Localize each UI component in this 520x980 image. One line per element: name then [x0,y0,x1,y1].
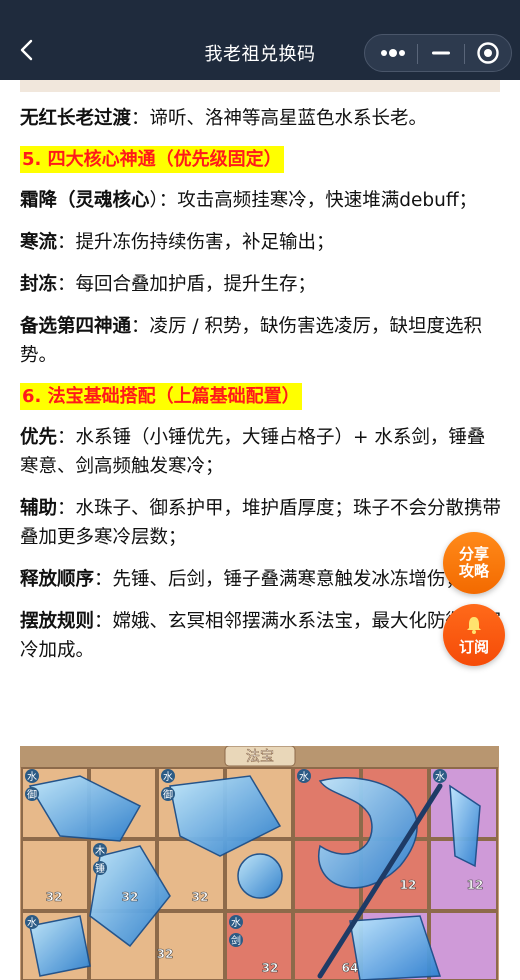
section-heading-6: 6. 法宝基础搭配（上篇基础配置） [20,383,302,410]
game-screenshot-image: 法宝 水 御 水 御 水 水 木 锤 水 水 剑 32 32 12 32 12 … [20,746,499,980]
level-number: 32 [192,890,209,904]
tag-water: 水 [435,771,445,783]
share-label-line1: 分享 [458,545,489,563]
share-label-line2: 攻略 [458,562,489,580]
level-number: 32 [122,890,139,904]
tag-water: 水 [27,917,37,929]
paragraph: 优先：水系锤（小锤优先，大锤占格子）+ 水系剑，锤叠寒意、剑高频触发寒冷； [20,423,502,481]
paragraph-text: ：谛听、洛神等高星蓝色水系长老。 [131,108,428,129]
section-heading-5: 5. 四大核心神通（优先级固定） [20,146,284,173]
tag-water: 水 [299,771,309,783]
paragraph: 霜降（灵魂核心）：攻击高频挂寒冷，快速堆满debuff； [20,186,502,215]
level-number: 64 [342,961,359,975]
level-number: 32 [46,890,63,904]
tag-water: 水 [27,771,37,783]
paragraph: 封冻：每回合叠加护盾，提升生存； [20,270,502,299]
level-number: 12 [467,878,484,892]
tag-defense: 御 [163,788,173,801]
paragraph-text: ：提升冻伤持续伤害，补足输出； [57,232,335,253]
paragraph: 寒流：提升冻伤持续伤害，补足输出； [20,228,502,257]
level-number: 12 [400,878,417,892]
capsule-divider [464,44,465,64]
subscribe-label: 订阅 [458,637,489,656]
tag-water: 水 [163,771,173,783]
paragraph-bold: 辅助 [20,498,58,519]
article-body: 无红长老过渡：谛听、洛神等高星蓝色水系长老。 5. 四大核心神通（优先级固定） … [20,104,502,678]
more-icon[interactable] [369,35,417,71]
bell-icon [464,615,484,639]
tag-wood: 木 [95,845,105,857]
paragraph: 辅助：水珠子、御系护甲，堆护盾厚度；珠子不会分散携带叠加更多寒冷层数； [20,494,502,552]
close-target-icon[interactable] [466,35,510,71]
previous-image-edge [20,80,500,92]
tag-sword: 剑 [231,934,241,947]
capsule-divider [417,44,418,64]
paragraph-bold: 释放顺序 [20,569,95,590]
paragraph-bold: 无红长老过渡 [20,108,132,129]
paragraph-bold: 优先 [20,427,58,448]
paragraph-text: ：每回合叠加护盾，提升生存； [57,274,317,295]
paragraph-text: ：水珠子、御系护甲，堆护盾厚度；珠子不会分散携带叠加更多寒冷层数； [20,498,502,548]
minimize-icon[interactable] [419,35,463,71]
paragraph: 释放顺序：先锤、后剑，锤子叠满寒意触发冰冻增伤； [20,565,502,594]
paragraph-text: ：先锤、后剑，锤子叠满寒意触发冰冻增伤； [94,569,465,590]
paragraph-text: ）：攻击高频挂寒冷，快速堆满debuff； [149,190,478,211]
paragraph: 摆放规则：嫦娥、玄冥相邻摆满水系法宝，最大化防御与寒冷加成。 [20,607,502,665]
tag-defense: 御 [27,788,37,801]
level-number: 32 [157,947,174,961]
paragraph-bold: 霜降（灵魂核心 [20,190,150,211]
tag-water: 水 [231,917,241,929]
paragraph-bold: 寒流 [20,232,58,253]
paragraph-text: ：水系锤（小锤优先，大锤占格子）+ 水系剑，锤叠寒意、剑高频触发寒冷； [20,427,486,477]
top-bar: 我老祖兑换码 [0,0,520,80]
subscribe-button[interactable]: 订阅 [443,604,505,666]
treasure-grid-illustration: 法宝 水 御 水 御 水 水 木 锤 水 水 剑 32 32 12 32 12 … [20,746,499,980]
tag-hammer: 锤 [95,862,105,875]
paragraph-bold: 备选第四神通 [20,316,132,337]
level-number: 32 [262,961,279,975]
mini-program-capsule [364,34,512,72]
paragraph: 无红长老过渡：谛听、洛神等高星蓝色水系长老。 [20,104,502,133]
paragraph-bold: 摆放规则 [20,611,95,632]
banner-label: 法宝 [246,749,274,765]
paragraph: 备选第四神通：凌厉 / 积势，缺伤害选凌厉，缺坦度选积势。 [20,312,502,370]
share-guide-button[interactable]: 分享 攻略 [443,532,505,594]
paragraph-bold: 封冻 [20,274,58,295]
